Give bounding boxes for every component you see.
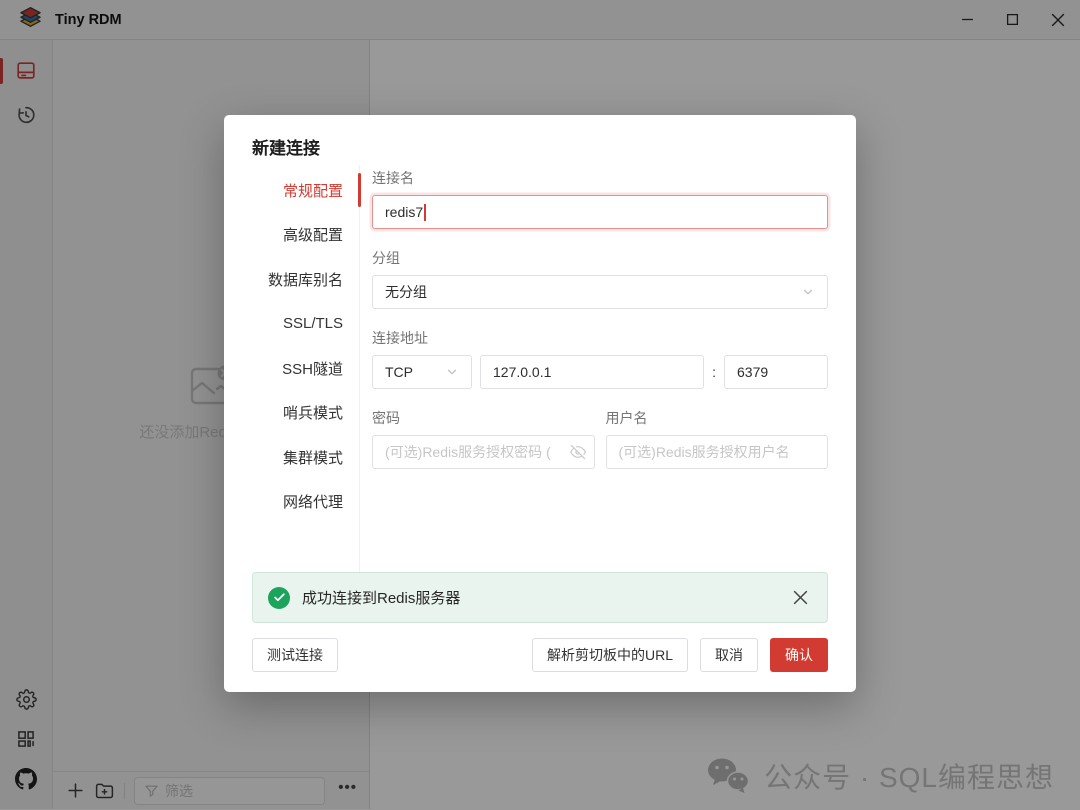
- password-label: 密码: [372, 408, 595, 428]
- password-placeholder: (可选)Redis服务授权密码 (: [385, 442, 551, 462]
- new-connection-dialog: 新建连接 常规配置 高级配置 数据库别名 SSL/TLS SSH隧道 哨兵模式 …: [224, 115, 856, 692]
- address-label: 连接地址: [372, 328, 828, 348]
- username-input[interactable]: (可选)Redis服务授权用户名: [606, 435, 829, 469]
- group-select[interactable]: 无分组: [372, 275, 828, 309]
- tab-advanced-config[interactable]: 高级配置: [224, 213, 359, 258]
- tab-cluster-mode[interactable]: 集群模式: [224, 435, 359, 480]
- tab-ssl-tls[interactable]: SSL/TLS: [224, 302, 359, 347]
- success-alert: 成功连接到Redis服务器: [252, 572, 828, 623]
- tab-ssh-tunnel[interactable]: SSH隧道: [224, 346, 359, 391]
- connection-name-value: redis7: [385, 204, 423, 220]
- address-row: TCP 127.0.0.1 : 6379: [372, 355, 828, 389]
- tab-general-config[interactable]: 常规配置: [224, 168, 359, 213]
- port-value: 6379: [737, 364, 768, 380]
- group-label: 分组: [372, 248, 828, 268]
- address-group: 连接地址 TCP 127.0.0.1 : 6379: [372, 328, 828, 389]
- port-separator: :: [712, 364, 716, 380]
- eye-off-icon: [570, 444, 586, 460]
- dialog-title: 新建连接: [224, 115, 856, 165]
- password-group: 密码 (可选)Redis服务授权密码 (: [372, 408, 595, 469]
- success-alert-text: 成功连接到Redis服务器: [302, 587, 460, 608]
- username-placeholder: (可选)Redis服务授权用户名: [619, 442, 790, 462]
- chevron-down-icon: [801, 285, 815, 299]
- success-check-icon: [268, 587, 290, 609]
- password-input[interactable]: (可选)Redis服务授权密码 (: [372, 435, 595, 469]
- host-value: 127.0.0.1: [493, 364, 551, 380]
- watermark: 公众号 · SQL编程思想: [705, 756, 1054, 796]
- group-select-group: 分组 无分组: [372, 248, 828, 309]
- toggle-password-visibility[interactable]: [568, 444, 586, 460]
- close-icon: [793, 590, 808, 605]
- tab-network-proxy[interactable]: 网络代理: [224, 480, 359, 525]
- alert-close-button[interactable]: [789, 586, 812, 609]
- wechat-icon: [705, 756, 751, 796]
- credentials-row: 密码 (可选)Redis服务授权密码 ( 用户名: [372, 408, 828, 469]
- connection-name-group: 连接名 redis7: [372, 168, 828, 229]
- confirm-button[interactable]: 确认: [770, 638, 828, 672]
- cancel-button[interactable]: 取消: [700, 638, 758, 672]
- app-window: Tiny RDM: [0, 0, 1080, 810]
- test-connection-button[interactable]: 测试连接: [252, 638, 338, 672]
- dialog-tab-list: 常规配置 高级配置 数据库别名 SSL/TLS SSH隧道 哨兵模式 集群模式 …: [224, 165, 360, 572]
- watermark-text: 公众号 · SQL编程思想: [764, 756, 1054, 796]
- protocol-select[interactable]: TCP: [372, 355, 472, 389]
- port-input[interactable]: 6379: [724, 355, 828, 389]
- connection-name-label: 连接名: [372, 168, 828, 188]
- dialog-form: 连接名 redis7 分组 无分组 连接地址: [360, 165, 828, 572]
- tab-sentinel-mode[interactable]: 哨兵模式: [224, 391, 359, 436]
- username-label: 用户名: [606, 408, 829, 428]
- dialog-body: 常规配置 高级配置 数据库别名 SSL/TLS SSH隧道 哨兵模式 集群模式 …: [224, 165, 856, 572]
- dialog-footer: 测试连接 解析剪切板中的URL 取消 确认: [224, 623, 856, 692]
- connection-name-input[interactable]: redis7: [372, 195, 828, 229]
- tab-db-alias[interactable]: 数据库别名: [224, 257, 359, 302]
- group-value: 无分组: [385, 282, 427, 302]
- username-group: 用户名 (可选)Redis服务授权用户名: [606, 408, 829, 469]
- chevron-down-icon: [445, 365, 459, 379]
- parse-clipboard-url-button[interactable]: 解析剪切板中的URL: [532, 638, 688, 672]
- host-input[interactable]: 127.0.0.1: [480, 355, 704, 389]
- protocol-value: TCP: [385, 364, 413, 380]
- text-caret: [424, 204, 426, 221]
